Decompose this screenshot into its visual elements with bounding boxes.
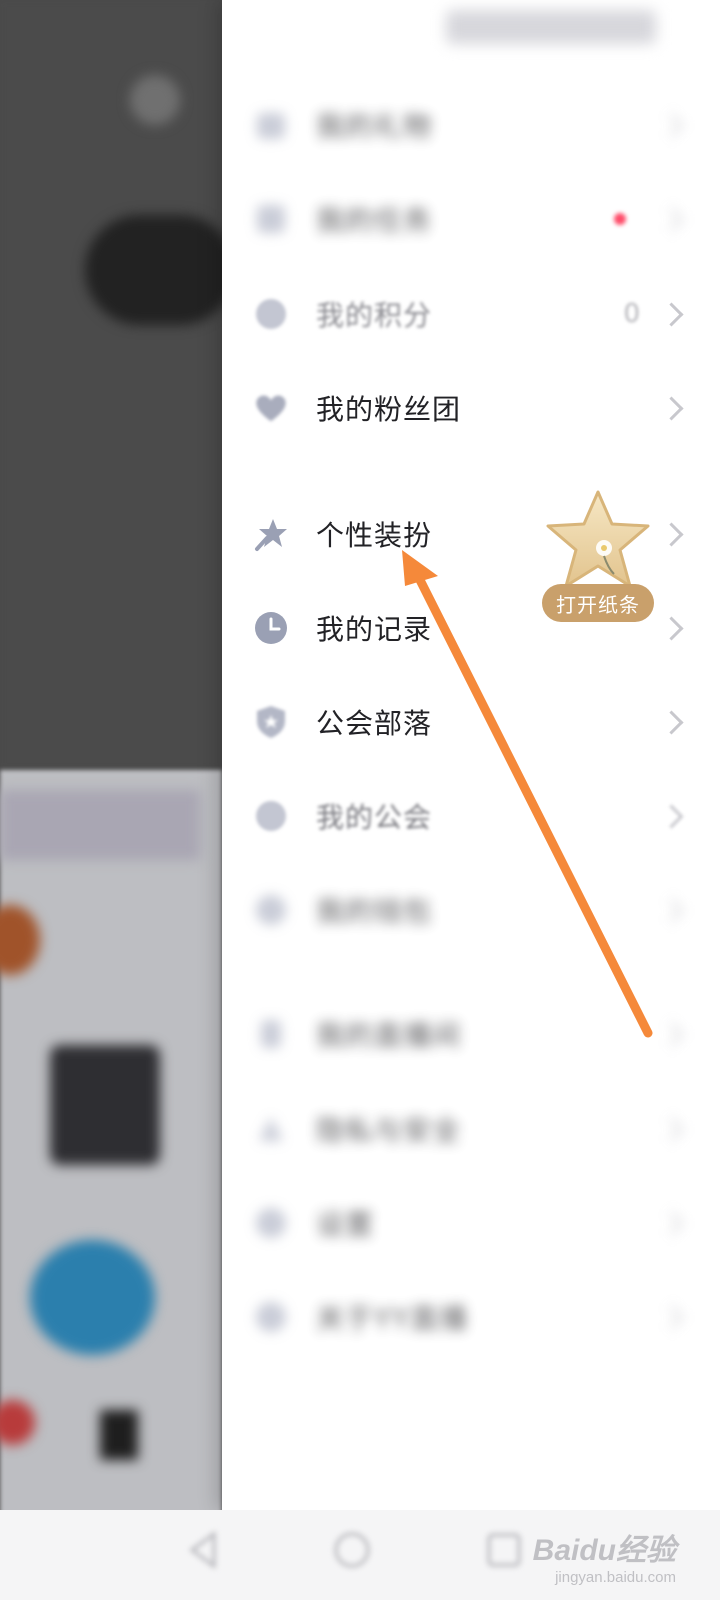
chevron-right-icon xyxy=(659,803,684,829)
watermark-url: jingyan.baidu.com xyxy=(555,1569,676,1586)
chevron-right-icon xyxy=(659,1021,684,1047)
menu-item-label: 个性装扮 xyxy=(316,519,433,552)
chevron-right-icon xyxy=(659,395,684,421)
menu-item-label: 关于YY直播 xyxy=(316,1302,469,1335)
background-small-icon xyxy=(100,1410,138,1460)
clock-icon xyxy=(252,609,290,647)
chevron-right-icon xyxy=(659,301,684,327)
side-drawer: 我的礼物 我的任务 我的积分 0 我的粉丝团 个性装扮 我的记录 公会部落 我的… xyxy=(222,0,720,1510)
menu-item-label: 隐私与安全 xyxy=(316,1114,462,1147)
chevron-right-icon xyxy=(659,1116,684,1142)
background-app-top xyxy=(0,0,222,770)
screen: 我的礼物 我的任务 我的积分 0 我的粉丝团 个性装扮 我的记录 公会部落 我的… xyxy=(0,0,720,1600)
back-icon[interactable] xyxy=(182,1528,226,1572)
wallet-icon xyxy=(252,891,290,929)
drawer-top-hint xyxy=(446,10,656,44)
menu-item-fan-club[interactable]: 我的粉丝团 xyxy=(222,361,720,455)
background-app-overlay[interactable] xyxy=(0,0,222,1600)
info-icon xyxy=(252,1298,290,1336)
background-banner xyxy=(0,790,200,860)
home-icon[interactable] xyxy=(330,1528,374,1572)
background-round-button xyxy=(30,1240,155,1355)
menu-item-tasks[interactable]: 我的任务 xyxy=(222,172,720,266)
open-note-badge[interactable]: 打开纸条 xyxy=(540,488,660,628)
gear-icon xyxy=(252,1204,290,1242)
menu-item-label: 我的礼物 xyxy=(316,110,433,143)
watermark-logo-text: Baidu经验 xyxy=(532,1534,676,1567)
chevron-right-icon xyxy=(659,709,684,735)
menu-item-settings[interactable]: 设置 xyxy=(222,1176,720,1270)
menu-item-label: 我的钱包 xyxy=(316,895,433,928)
heart-icon xyxy=(252,389,290,427)
chevron-right-icon xyxy=(659,1210,684,1236)
menu-item-label: 设置 xyxy=(316,1208,375,1241)
magic-wand-icon xyxy=(252,515,290,553)
recents-icon[interactable] xyxy=(482,1528,526,1572)
menu-item-label: 我的记录 xyxy=(316,613,433,646)
shield-icon xyxy=(252,703,290,741)
menu-item-live-room[interactable]: 我的直播间 xyxy=(222,987,720,1081)
task-icon xyxy=(252,200,290,238)
star-icon xyxy=(546,490,650,588)
background-pill xyxy=(85,215,222,325)
guild-icon xyxy=(252,797,290,835)
watermark: Baidu经验 jingyan.baidu.com xyxy=(533,1525,676,1586)
menu-item-guild-tribe[interactable]: 公会部落 xyxy=(222,675,720,769)
points-value: 0 xyxy=(623,299,640,329)
menu-item-label: 我的粉丝团 xyxy=(316,393,462,426)
menu-item-wallet[interactable]: 我的钱包 xyxy=(222,863,720,957)
menu-item-gifts[interactable]: 我的礼物 xyxy=(222,78,720,172)
chevron-right-icon xyxy=(659,897,684,923)
menu-item-about[interactable]: 关于YY直播 xyxy=(222,1270,720,1364)
menu-item-label: 我的任务 xyxy=(316,204,433,237)
menu-item-label: 公会部落 xyxy=(316,707,433,740)
menu-item-points[interactable]: 我的积分 0 xyxy=(222,267,720,361)
menu-item-my-guild[interactable]: 我的公会 xyxy=(222,769,720,863)
background-icon xyxy=(130,75,180,125)
chevron-right-icon xyxy=(659,112,684,138)
menu-item-privacy[interactable]: 隐私与安全 xyxy=(222,1082,720,1176)
menu-item-label: 我的公会 xyxy=(316,801,433,834)
open-note-label: 打开纸条 xyxy=(542,584,654,622)
gift-icon xyxy=(252,106,290,144)
chevron-right-icon xyxy=(659,521,684,547)
chevron-right-icon xyxy=(659,615,684,641)
background-thumbnail xyxy=(50,1045,160,1165)
menu-item-label: 我的积分 xyxy=(316,299,433,332)
menu-item-label: 我的直播间 xyxy=(316,1019,462,1052)
chevron-right-icon xyxy=(659,206,684,232)
points-icon xyxy=(252,295,290,333)
live-room-icon xyxy=(252,1015,290,1053)
chevron-right-icon xyxy=(659,1304,684,1330)
notification-dot xyxy=(614,213,626,225)
lock-icon xyxy=(252,1110,290,1148)
system-nav-bar: Baidu经验 jingyan.baidu.com xyxy=(0,1510,720,1600)
